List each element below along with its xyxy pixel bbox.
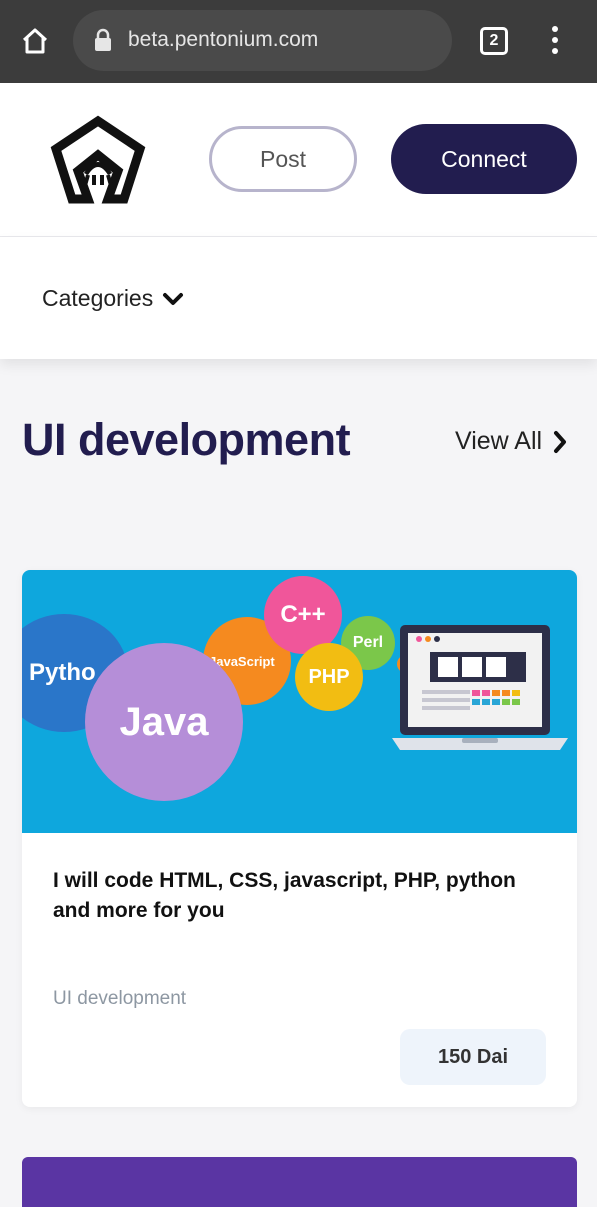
view-all-label: View All <box>455 427 543 455</box>
categories-dropdown[interactable]: Categories <box>42 285 185 312</box>
post-button[interactable]: Post <box>209 126 357 192</box>
view-all-link[interactable]: View All <box>455 427 568 456</box>
next-service-card[interactable] <box>22 1157 577 1207</box>
lock-icon <box>95 28 111 51</box>
browser-toolbar: beta.pentonium.com 2 <box>0 0 597 83</box>
url-text: beta.pentonium.com <box>128 28 319 51</box>
card-category: UI development <box>53 988 187 1009</box>
chevron-right-icon <box>554 430 567 453</box>
java-bubble: Java <box>85 643 243 801</box>
price-label: 150 Dai <box>437 1045 509 1068</box>
tab-count: 2 <box>489 32 499 49</box>
laptop-illustration-icon <box>392 625 568 750</box>
home-icon <box>22 28 48 54</box>
card-image: Pytho JavaScript C++ Perl PHP Java <box>22 570 577 833</box>
service-card[interactable]: Pytho JavaScript C++ Perl PHP Java I wil… <box>22 570 577 1107</box>
post-button-label: Post <box>259 145 307 172</box>
menu-dot-icon <box>552 26 558 32</box>
menu-dot-icon <box>552 48 558 54</box>
tab-switcher-button[interactable]: 2 <box>480 27 508 55</box>
price-badge: 150 Dai <box>400 1029 546 1085</box>
address-bar[interactable]: beta.pentonium.com <box>73 10 452 71</box>
connect-button-label: Connect <box>441 145 527 172</box>
categories-label: Categories <box>42 285 154 311</box>
logo-icon <box>50 115 146 204</box>
categories-bar: Categories <box>0 237 597 359</box>
pentonium-logo[interactable] <box>50 115 146 205</box>
menu-dot-icon <box>552 37 558 43</box>
overflow-menu-button[interactable] <box>545 22 565 58</box>
site-header: Post Connect <box>0 83 597 237</box>
chevron-down-icon <box>163 292 184 305</box>
connect-button[interactable]: Connect <box>391 124 577 194</box>
php-bubble: PHP <box>295 643 363 711</box>
section-title: UI development <box>22 414 351 465</box>
card-title[interactable]: I will code HTML, CSS, javascript, PHP, … <box>53 866 523 926</box>
home-button[interactable] <box>16 22 54 60</box>
